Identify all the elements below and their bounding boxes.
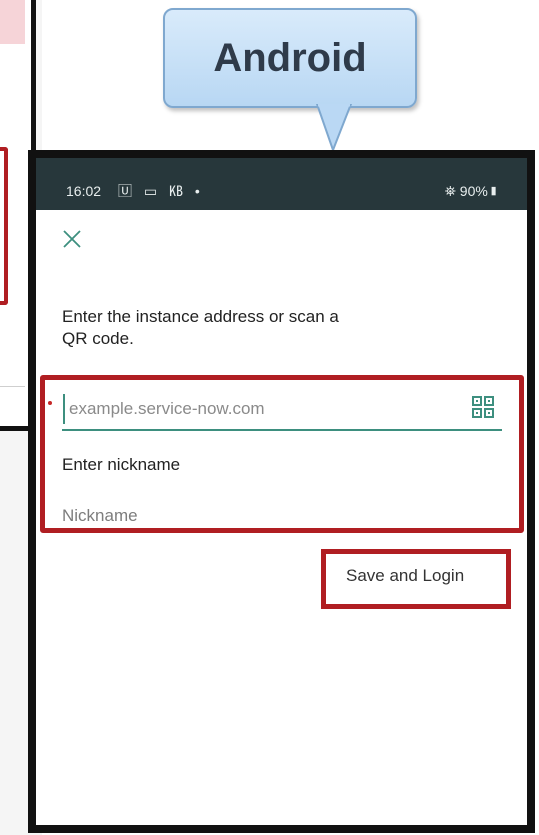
ios-highlight-box (0, 147, 8, 305)
qr-code-icon[interactable] (472, 396, 494, 423)
nickname-input[interactable] (62, 504, 462, 528)
status-notification-icons: 🅄 ▭ ㎅ • (118, 183, 204, 199)
instance-address-input[interactable] (63, 394, 474, 424)
android-phone: 16:02 🅄 ▭ ㎅ • ⛯ 90%▮ Enter the instance … (28, 150, 535, 833)
status-bar: 16:02 🅄 ▭ ㎅ • ⛯ 90%▮ (36, 158, 527, 210)
input-underline (62, 429, 502, 431)
required-indicator (48, 401, 52, 405)
ios-divider (0, 386, 25, 387)
close-icon[interactable] (62, 228, 82, 256)
status-battery: ⛯ 90%▮ (444, 183, 499, 199)
callout-tail (315, 104, 353, 152)
android-callout: Android (163, 8, 417, 108)
save-and-login-button[interactable]: Save and Login (346, 566, 464, 586)
status-time: 16:02 (66, 183, 102, 199)
nickname-label: Enter nickname (62, 455, 181, 474)
instance-prompt: Enter the instance address or scan a QR … (62, 307, 339, 348)
ios-header-strip (0, 0, 25, 44)
callout-label: Android (213, 35, 367, 80)
